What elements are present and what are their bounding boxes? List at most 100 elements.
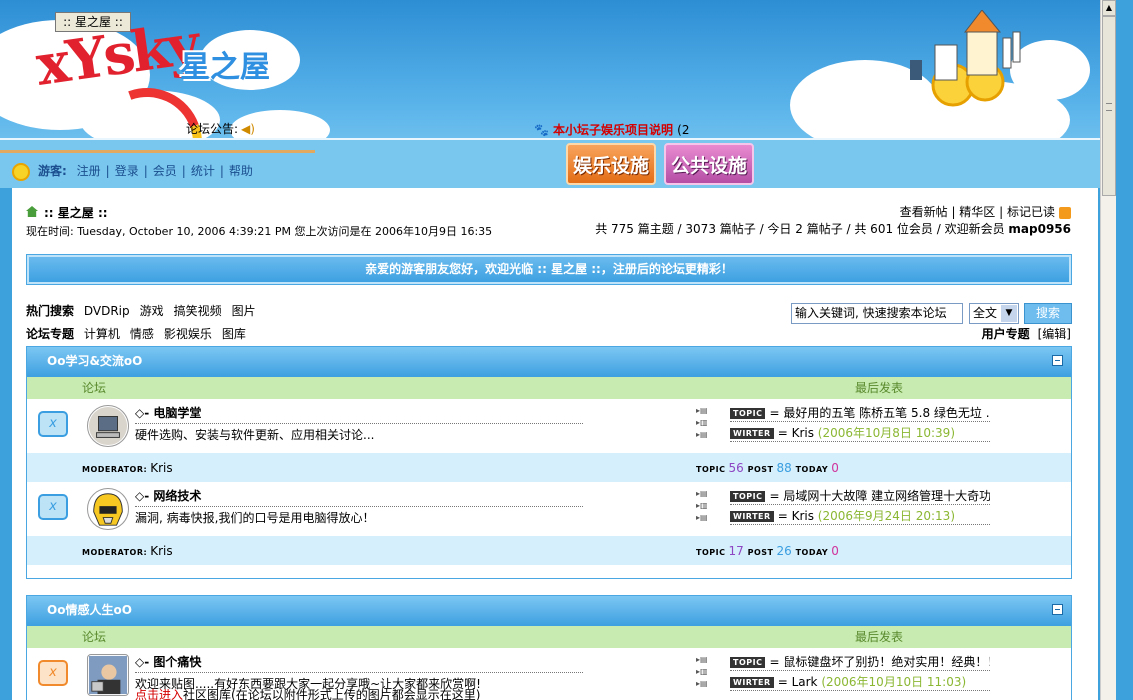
topic-item[interactable]: 图库	[222, 327, 246, 341]
gallery-description: 社区图库(在论坛以附件形式上传的图片都会显示在这里)	[183, 688, 481, 700]
search-scope-value: 全文	[973, 306, 998, 320]
last-post-writer: WIRTER = Lark (2006年10月10日 11:03)	[730, 673, 990, 691]
digest-link[interactable]: 精华区	[959, 205, 995, 219]
equals-sign: =	[769, 489, 780, 503]
writer-link[interactable]: Lark	[792, 675, 818, 689]
topic-item[interactable]: 计算机	[84, 327, 120, 341]
last-post-column-label: 最后发表	[855, 381, 904, 395]
last-post-writer: WIRTER = Kris (2006年9月24日 20:13)	[730, 507, 990, 525]
post-count: 26	[776, 544, 792, 558]
site-header: :: 星之屋 :: xYsky 星之屋 论坛公告: ◀) 🐾 本小坛子娱乐项目说明 …	[0, 0, 1100, 217]
members-link[interactable]: 会员	[153, 164, 177, 178]
hot-search-item[interactable]: 游戏	[140, 304, 164, 318]
hot-search-label: 热门搜索	[26, 304, 75, 318]
vertical-scrollbar[interactable]: ▲	[1100, 0, 1116, 700]
breadcrumb: :: 星之屋 ::	[26, 204, 108, 221]
topic-count-label: TOPIC	[696, 465, 726, 474]
hot-search: 热门搜索 DVDRip 游戏 搞笑视频 图片	[26, 302, 266, 319]
collapse-icon[interactable]	[1052, 604, 1063, 615]
writer-tag: WIRTER	[730, 677, 774, 688]
chart-mini-icon: ▸▥	[696, 667, 708, 676]
user-topics: 用户专题 [编辑]	[982, 325, 1071, 342]
forum-stats: 共 775 篇主题 / 3073 篇帖子 / 今日 2 篇帖子 / 共 601 …	[595, 220, 1071, 237]
section-title[interactable]: Oo学习&交流oO	[47, 354, 142, 368]
house-illustration	[910, 10, 1021, 107]
forum-row: x ◇- 电脑学堂 硬件选购、安装与软件更新、应用相关讨论... ▸▤ ▸▥ ▸▤ …	[27, 399, 1071, 453]
last-post-topic: TOPIC = 最好用的五笔 陈桥五笔 5.8 绿色无垃 ...	[730, 404, 990, 422]
forum-name[interactable]: ◇- 电脑学堂	[135, 404, 201, 421]
separator: |	[219, 164, 224, 178]
writer-tag: WIRTER	[730, 428, 774, 439]
writer-link[interactable]: Kris	[792, 426, 814, 440]
list-mini-icon: ▸▤	[696, 513, 708, 522]
search-button[interactable]: 搜索	[1024, 303, 1072, 324]
search-scope-select[interactable]: 全文 ▼	[969, 303, 1019, 324]
forum-column-label: 论坛	[82, 630, 107, 644]
moderator-link[interactable]: Kris	[150, 544, 172, 558]
rss-icon[interactable]	[1059, 206, 1071, 219]
moderator-link[interactable]: Kris	[150, 461, 172, 475]
list-mini-icon: ▸▤	[696, 430, 708, 439]
guest-label: 游客:	[38, 164, 67, 178]
topic-item[interactable]: 情感	[130, 327, 154, 341]
stats-link[interactable]: 统计	[191, 164, 215, 178]
last-topic-link[interactable]: 局域网十大故障 建立网络管理十大奇功	[783, 489, 990, 503]
forum-status-icon: x	[38, 494, 68, 520]
entertainment-button[interactable]: 娱乐设施	[566, 143, 656, 185]
forum-counts: TOPIC 17 POST 26 TODAY 0	[696, 544, 839, 558]
forum-name[interactable]: ◇- 网络技术	[135, 487, 201, 504]
equals-sign: =	[777, 509, 788, 523]
help-link[interactable]: 帮助	[229, 164, 253, 178]
hot-search-item[interactable]: 搞笑视频	[174, 304, 222, 318]
top-links: 查看新帖 | 精华区 | 标记已读	[900, 203, 1071, 220]
scroll-up-icon[interactable]: ▲	[1102, 0, 1116, 16]
announcement-label: 论坛公告:	[186, 122, 239, 136]
last-topic-link[interactable]: 鼠标键盘坏了别扔！绝对实用！经典！！	[783, 655, 990, 669]
chevron-down-icon[interactable]: ▼	[1001, 305, 1017, 322]
breadcrumb-title[interactable]: :: 星之屋 ::	[44, 206, 108, 220]
moderator-label: MODERATOR:	[82, 548, 148, 557]
search-input[interactable]: 输入关键词, 快速搜索本论坛	[791, 303, 963, 324]
collapse-icon[interactable]	[1052, 355, 1063, 366]
column-header: 论坛 最后发表	[27, 377, 1071, 399]
rss-mini-icon: ▸▤	[696, 406, 708, 415]
last-topic-link[interactable]: 最好用的五笔 陈桥五笔 5.8 绿色无垃 ...	[783, 406, 990, 420]
forum-description: 漏洞, 病毒快报,我们的口号是用电脑得放心！	[135, 506, 583, 526]
edit-link[interactable]: [编辑]	[1038, 327, 1071, 341]
writer-link[interactable]: Kris	[792, 509, 814, 523]
photo-icon	[87, 654, 129, 696]
scroll-thumb[interactable]	[1102, 16, 1116, 196]
topic-tag: TOPIC	[730, 408, 766, 419]
login-link[interactable]: 登录	[115, 164, 139, 178]
forum-description: 硬件选购、安装与软件更新、应用相关讨论...	[135, 423, 583, 443]
welcome-banner: 亲爱的游客朋友您好，欢迎光临 :: 星之屋 ::，注册后的论坛更精彩！	[26, 254, 1072, 285]
section-title[interactable]: Oo情感人生oO	[47, 603, 132, 617]
last-post-column-label: 最后发表	[855, 630, 904, 644]
forum-column-label: 论坛	[82, 381, 107, 395]
section-header: Oo学习&交流oO	[27, 347, 1071, 377]
enter-link[interactable]: 点击进入	[135, 688, 183, 700]
home-icon[interactable]	[26, 206, 38, 217]
hot-search-item[interactable]: DVDRip	[84, 304, 130, 318]
forum-topics: 论坛专题 计算机 情感 影视娱乐 图库	[26, 325, 256, 342]
computer-icon	[87, 405, 129, 447]
topic-item[interactable]: 影视娱乐	[164, 327, 212, 341]
register-link[interactable]: 注册	[77, 164, 101, 178]
moderator-row: MODERATOR: Kris TOPIC 17 POST 26 TODAY 0	[27, 536, 1071, 565]
today-count: 0	[831, 544, 839, 558]
notice-link[interactable]: 本小坛子娱乐项目说明	[553, 123, 673, 137]
hot-search-item[interactable]: 图片	[232, 304, 256, 318]
rss-mini-icon: ▸▤	[696, 489, 708, 498]
announcement-marquee[interactable]: 🐾 本小坛子娱乐项目说明 (2	[534, 121, 689, 138]
ranger-helmet-icon	[87, 488, 129, 530]
new-posts-link[interactable]: 查看新帖	[900, 205, 948, 219]
topics-label: 论坛专题	[26, 327, 75, 341]
new-member-link[interactable]: map0956	[1008, 222, 1071, 236]
last-post-topic: TOPIC = 鼠标键盘坏了别扔！绝对实用！经典！！	[730, 653, 990, 671]
forum-name[interactable]: ◇- 图个痛快	[135, 653, 201, 670]
public-facilities-button[interactable]: 公共设施	[664, 143, 754, 185]
mark-read-link[interactable]: 标记已读	[1007, 205, 1055, 219]
speaker-icon[interactable]: ◀)	[241, 122, 255, 136]
forum-status-icon: x	[38, 411, 68, 437]
today-count-label: TODAY	[795, 548, 829, 557]
